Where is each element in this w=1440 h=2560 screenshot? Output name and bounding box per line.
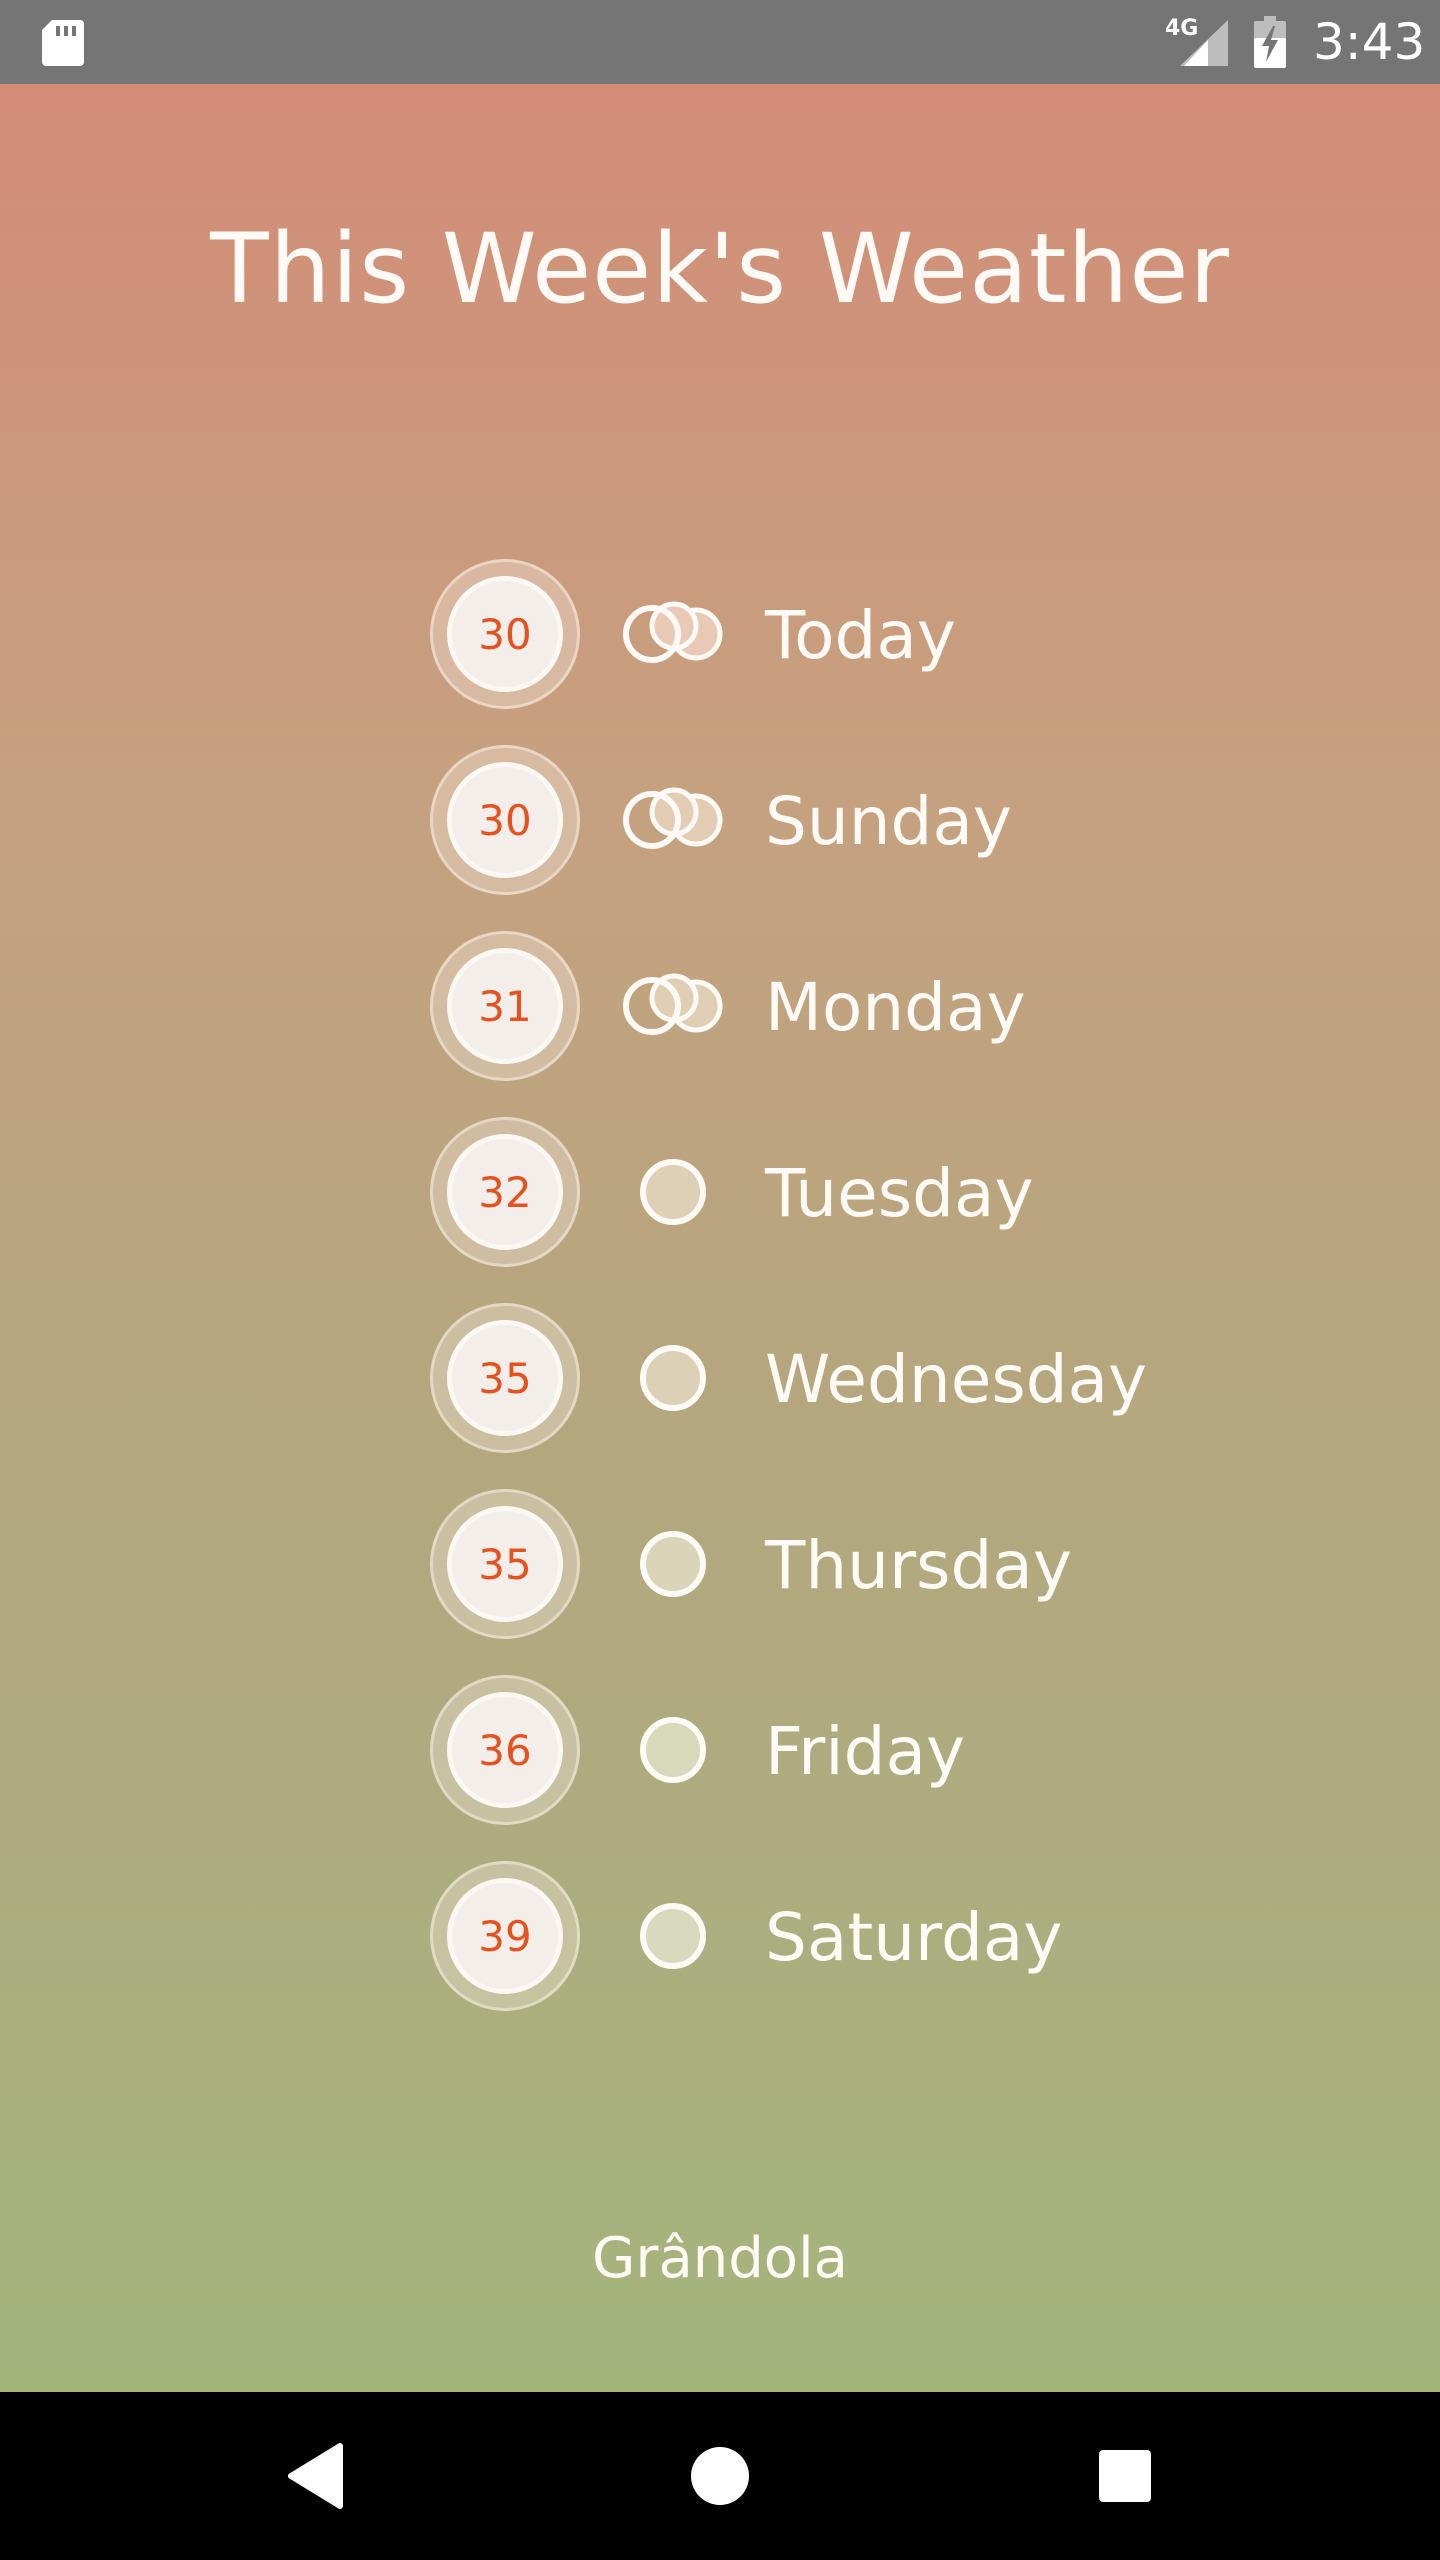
day-row-sunday[interactable]: 30 Sunday [0,740,1440,900]
temp-badge: 35 [430,1489,580,1639]
temp-value: 30 [447,576,563,692]
temp-badge: 35 [430,1303,580,1453]
back-button[interactable] [215,2392,415,2560]
day-label: Thursday [765,1527,1072,1604]
temp-value: 32 [447,1134,563,1250]
temp-badge: 32 [430,1117,580,1267]
temp-value: 30 [447,762,563,878]
back-icon [288,2443,343,2509]
battery-charging-icon [1254,16,1286,68]
day-row-monday[interactable]: 31 Monday [0,926,1440,1086]
day-label: Saturday [765,1899,1063,1976]
day-label: Today [765,597,956,674]
day-row-tuesday[interactable]: 32 Tuesday [0,1112,1440,1272]
temp-badge: 30 [430,745,580,895]
cloud-icon [623,787,723,849]
day-row-thursday[interactable]: 35 Thursday [0,1484,1440,1644]
day-label: Wednesday [765,1341,1148,1418]
main-content: This Week's Weather 30 Today 30 Sunday 3… [0,84,1440,2392]
navigation-bar [0,2392,1440,2560]
home-icon [691,2447,749,2505]
day-row-wednesday[interactable]: 35 Wednesday [0,1298,1440,1458]
clock: 3:43 [1313,13,1426,71]
sun-icon [640,1903,706,1969]
recent-apps-icon [1099,2450,1151,2502]
location-label: Grândola [592,2226,848,2291]
day-row-friday[interactable]: 36 Friday [0,1670,1440,1830]
temp-value: 36 [447,1692,563,1808]
sun-icon [640,1531,706,1597]
cloud-icon [623,973,723,1035]
cell-signal-icon [1180,20,1228,66]
day-label: Friday [765,1713,966,1790]
day-label: Sunday [765,783,1012,860]
temp-badge: 30 [430,559,580,709]
sd-card-icon [42,20,84,66]
day-list: 30 Today 30 Sunday 31 Monday 32 Tuesday … [0,84,1440,2392]
cloud-icon [623,601,723,663]
temp-badge: 39 [430,1861,580,2011]
temp-value: 35 [447,1320,563,1436]
temp-value: 31 [447,948,563,1064]
weather-screen: 4G 3:43 This Week's Weather 30 Today 30 … [0,0,1440,2560]
day-row-today[interactable]: 30 Today [0,554,1440,714]
temp-badge: 31 [430,931,580,1081]
temp-badge: 36 [430,1675,580,1825]
status-bar: 4G 3:43 [0,0,1440,84]
recent-apps-button[interactable] [1025,2392,1225,2560]
sun-icon [640,1159,706,1225]
temp-value: 35 [447,1506,563,1622]
sun-icon [640,1717,706,1783]
home-button[interactable] [620,2392,820,2560]
day-label: Monday [765,969,1026,1046]
day-row-saturday[interactable]: 39 Saturday [0,1856,1440,2016]
sun-icon [640,1345,706,1411]
day-label: Tuesday [765,1155,1034,1232]
temp-value: 39 [447,1878,563,1994]
